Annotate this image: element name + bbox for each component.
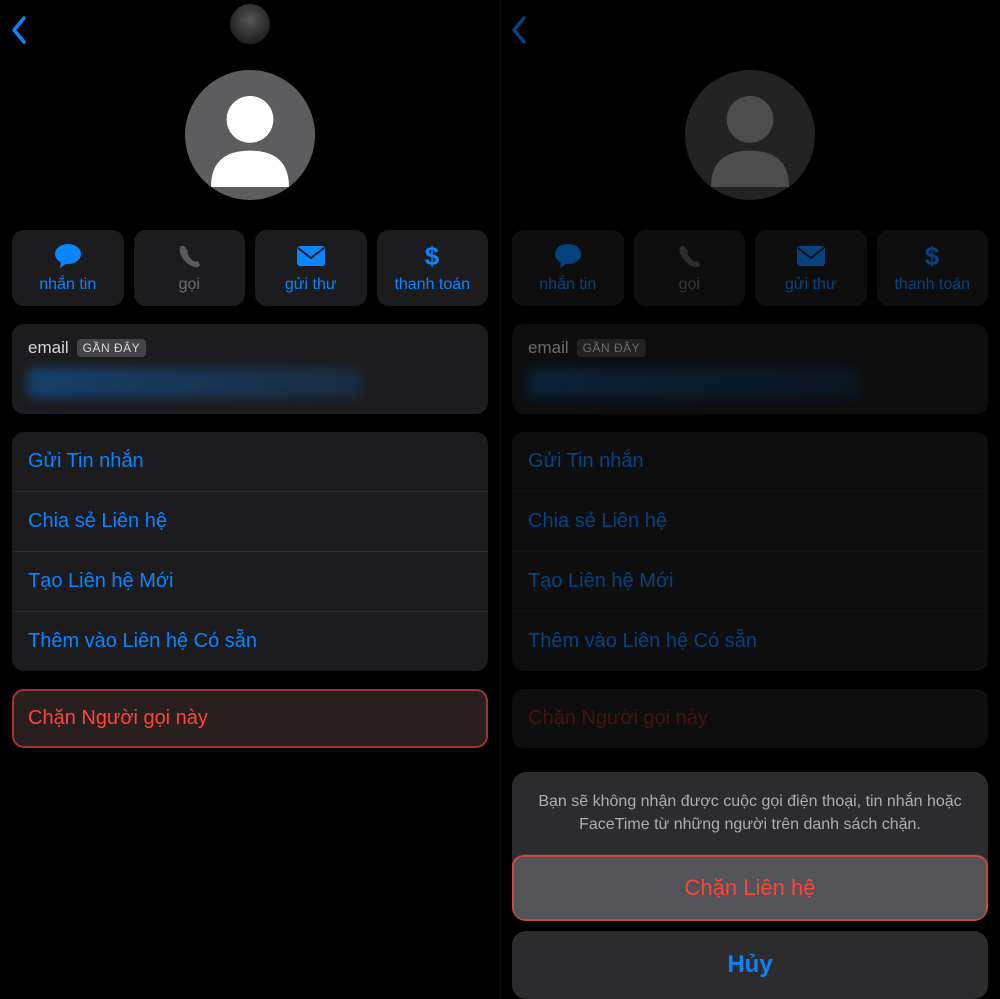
email-label: email [28,338,69,358]
contact-detail-screen: nhắn tin gọi gửi thư $ thanh toán [0,0,500,999]
block-caller-label: Chặn Người gọi này [12,689,488,748]
add-existing-row[interactable]: Thêm vào Liên hệ Có sẵn [12,611,488,671]
contact-detail-with-sheet: nhắn tin gọi gửi thư $ thanh toán [500,0,1000,999]
mail-icon [296,242,326,270]
email-card[interactable]: email GẦN ĐÂY [12,324,488,414]
mail-action[interactable]: gửi thư [255,230,367,306]
svg-text:$: $ [425,242,440,270]
email-value-redacted [28,368,361,398]
contact-avatar [185,70,315,200]
create-contact-row[interactable]: Tạo Liên hệ Mới [12,551,488,611]
share-contact-row[interactable]: Chia sẻ Liên hệ [12,491,488,551]
message-label: nhắn tin [39,276,96,294]
dollar-icon: $ [423,242,441,270]
back-icon[interactable] [10,15,28,45]
action-buttons-row: nhắn tin gọi gửi thư $ thanh toán [0,230,500,324]
sheet-message: Bạn sẽ không nhận được cuộc gọi điện tho… [512,772,988,854]
pay-label: thanh toán [394,276,470,294]
message-icon [53,242,83,270]
recent-badge: GẦN ĐÂY [77,339,147,357]
phone-icon [176,242,202,270]
send-message-row[interactable]: Gửi Tin nhắn [12,432,488,491]
camera-notch [230,4,270,44]
call-label: gọi [179,276,200,294]
call-action: gọi [134,230,246,306]
sheet-cancel[interactable]: Hủy [512,931,988,999]
block-caller-card[interactable]: Chặn Người gọi này [12,689,488,748]
contact-actions-list: Gửi Tin nhắn Chia sẻ Liên hệ Tạo Liên hệ… [12,432,488,671]
sheet-confirm-block[interactable]: Chặn Liên hệ [512,854,988,921]
pay-action[interactable]: $ thanh toán [377,230,489,306]
message-action[interactable]: nhắn tin [12,230,124,306]
sheet-body: Bạn sẽ không nhận được cuộc gọi điện tho… [512,772,988,921]
block-action-sheet: Bạn sẽ không nhận được cuộc gọi điện tho… [512,772,988,999]
mail-label: gửi thư [285,276,337,294]
